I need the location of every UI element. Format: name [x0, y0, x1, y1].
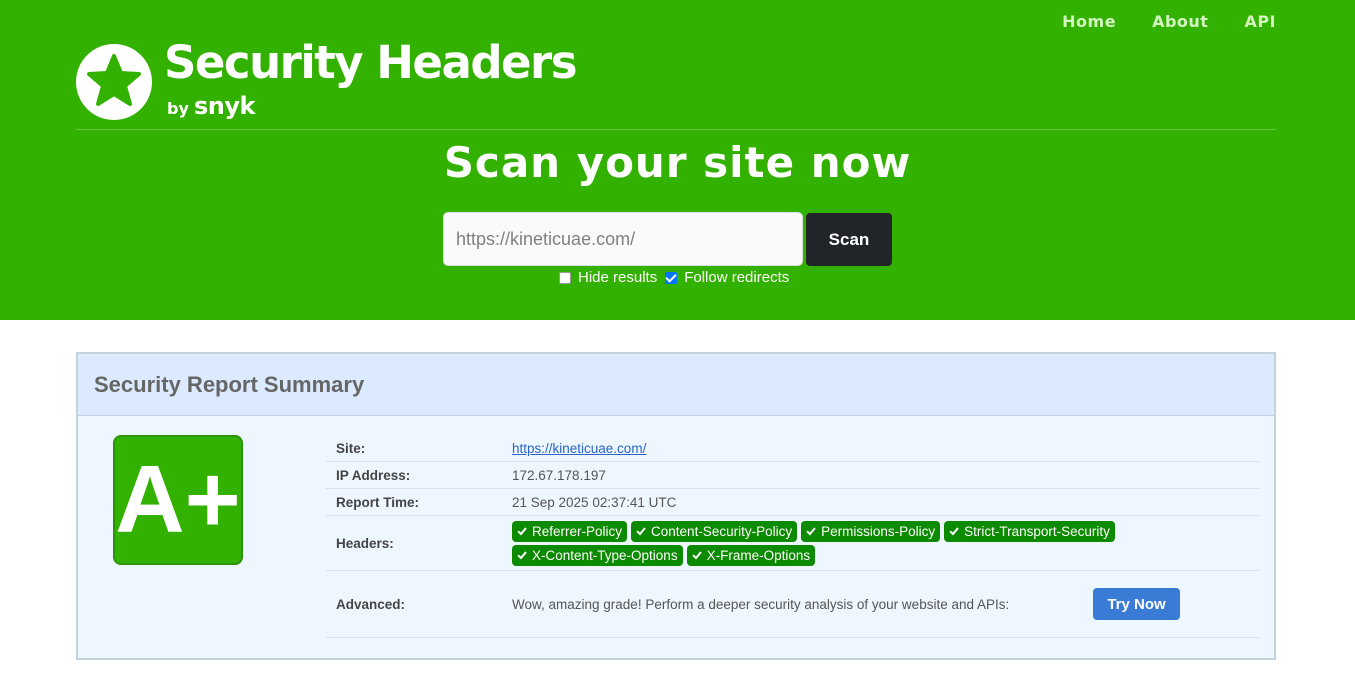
badge-label: X-Content-Type-Options: [532, 547, 678, 563]
header-badges: Referrer-Policy Content-Security-Policy …: [512, 520, 1152, 566]
header-badge[interactable]: Permissions-Policy: [801, 520, 941, 542]
hide-results-label[interactable]: Hide results: [578, 269, 657, 286]
check-icon: [517, 551, 527, 560]
scan-button[interactable]: Scan: [806, 213, 892, 266]
brand-by: by: [167, 99, 189, 118]
time-row: Report Time: 21 Sep 2025 02:37:41 UTC: [326, 489, 1259, 516]
brand-title: Security Headers: [164, 36, 578, 89]
check-icon: [636, 527, 646, 536]
header-badge[interactable]: Strict-Transport-Security: [944, 520, 1115, 542]
try-now-button[interactable]: Try Now: [1093, 588, 1180, 620]
headers-row: Headers: Referrer-Policy Content-Securit…: [326, 516, 1259, 571]
advanced-label: Advanced:: [336, 596, 406, 612]
site-label: Site:: [336, 440, 366, 456]
badge-label: X-Frame-Options: [706, 547, 811, 563]
top-nav: Home About API: [1062, 12, 1276, 31]
brand-byline: by snyk: [167, 92, 255, 120]
badge-label: Content-Security-Policy: [651, 523, 793, 539]
header-badge[interactable]: X-Content-Type-Options: [512, 544, 683, 566]
follow-redirects-checkbox[interactable]: [665, 271, 678, 284]
hide-results-checkbox[interactable]: [559, 271, 571, 284]
nav-api[interactable]: API: [1244, 12, 1276, 31]
scan-url-input[interactable]: [443, 212, 803, 266]
nav-home[interactable]: Home: [1062, 12, 1116, 31]
badge-label: Permissions-Policy: [821, 523, 936, 539]
grade-badge: A+: [113, 435, 243, 565]
nav-about[interactable]: About: [1152, 12, 1208, 31]
header-badge[interactable]: Content-Security-Policy: [631, 520, 798, 542]
advanced-row: Advanced: Wow, amazing grade! Perform a …: [326, 571, 1259, 638]
time-label: Report Time:: [336, 494, 420, 510]
headers-label: Headers:: [336, 535, 394, 551]
advanced-text: Wow, amazing grade! Perform a deeper sec…: [512, 596, 1010, 612]
security-report: Security Report Summary A+ Site: https:/…: [76, 352, 1276, 660]
report-details: Site: https://kineticuae.com/ IP Address…: [326, 435, 1259, 638]
ip-value: 172.67.178.197: [512, 467, 606, 483]
ip-row: IP Address: 172.67.178.197: [326, 462, 1259, 489]
header-badge[interactable]: X-Frame-Options: [686, 544, 816, 566]
brand-logo[interactable]: Security Headers by snyk: [76, 36, 596, 126]
badge-label: Referrer-Policy: [532, 523, 623, 539]
check-icon: [806, 527, 816, 536]
site-link[interactable]: https://kineticuae.com/: [512, 441, 646, 456]
brand-company: snyk: [193, 92, 255, 120]
follow-redirects-label[interactable]: Follow redirects: [684, 269, 789, 286]
report-header: Security Report Summary: [78, 354, 1274, 416]
time-value: 21 Sep 2025 02:37:41 UTC: [512, 494, 677, 510]
header-divider: [76, 129, 1276, 130]
site-header: Security Headers by snyk Home About API …: [0, 0, 1355, 320]
scan-title: Scan your site now: [443, 138, 912, 187]
badge-label: Strict-Transport-Security: [964, 523, 1110, 539]
check-icon: [517, 527, 527, 536]
check-icon: [691, 551, 702, 560]
report-title: Security Report Summary: [94, 372, 365, 397]
scan-options: Hide results Follow redirects: [559, 269, 797, 286]
ip-label: IP Address:: [336, 467, 411, 483]
header-badge[interactable]: Referrer-Policy: [512, 520, 628, 542]
site-row: Site: https://kineticuae.com/: [326, 435, 1259, 462]
check-icon: [949, 527, 959, 536]
star-icon: [76, 44, 152, 120]
